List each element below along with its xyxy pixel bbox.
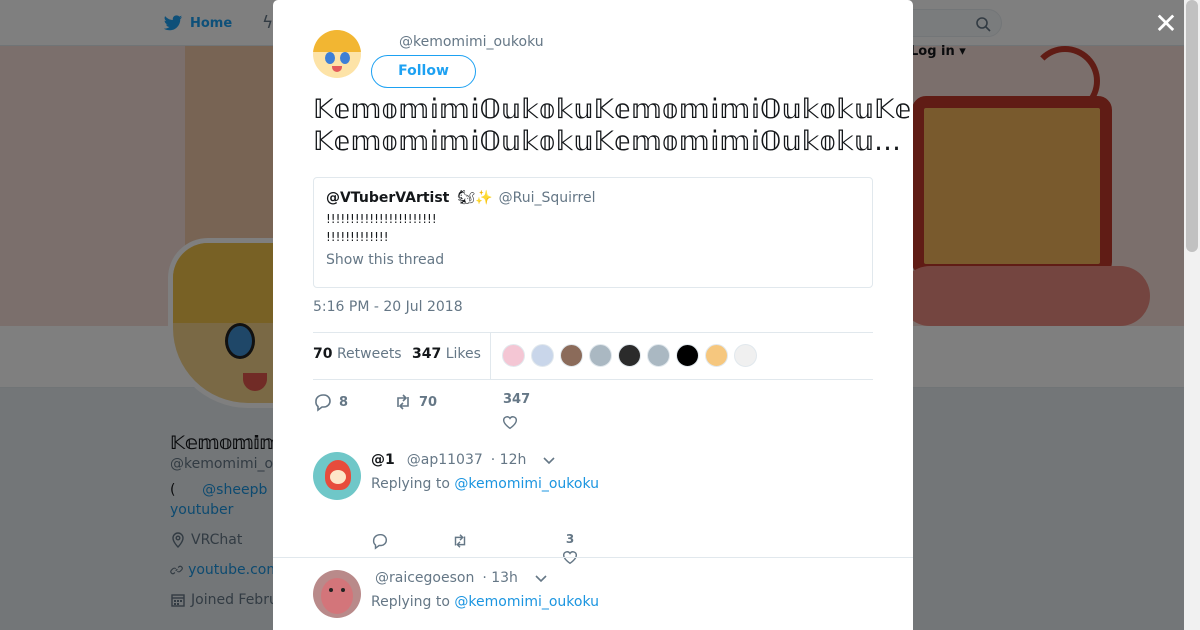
- reply-tweet[interactable]: @raicegoeson · 13h Replying to @kemomimi…: [313, 570, 873, 630]
- reply-header: @1 @ap11037 · 12h: [371, 452, 556, 468]
- liker-avatars: [502, 344, 763, 367]
- replying-to-label: Replying to: [371, 594, 450, 610]
- replying-to: Replying to @kemomimi_oukoku: [371, 594, 599, 610]
- reply-author-handle[interactable]: @raicegoeson: [375, 570, 474, 586]
- reply-like-button[interactable]: 3: [561, 532, 579, 566]
- tweet-timestamp[interactable]: 5:16 PM - 20 Jul 2018: [313, 299, 463, 315]
- close-icon[interactable]: ✕: [1153, 10, 1179, 38]
- retweet-icon: [397, 394, 409, 410]
- liker-avatar[interactable]: [502, 344, 525, 367]
- liker-avatar[interactable]: [705, 344, 728, 367]
- liker-avatar[interactable]: [560, 344, 583, 367]
- like-button[interactable]: 347: [502, 392, 531, 431]
- tweet-modal: @kemomimi_oukoku Follow 𝕂𝕖𝕞𝕠𝕞𝕚𝕞𝕚𝕆𝕦𝕜𝕠𝕜𝕦𝕂𝕖…: [273, 0, 913, 630]
- reply-icon: [315, 394, 331, 412]
- quoted-author-handle: @Rui_Squirrel: [498, 190, 596, 206]
- liker-avatar[interactable]: [618, 344, 641, 367]
- retweet-icon: [454, 534, 466, 548]
- liker-avatar[interactable]: [676, 344, 699, 367]
- reply-retweet-button[interactable]: [451, 532, 469, 550]
- reply-reply-button[interactable]: [371, 532, 389, 550]
- show-thread-link[interactable]: Show this thread: [326, 252, 860, 268]
- quoted-author-emoji: 🐿✨: [457, 190, 493, 206]
- liker-avatar[interactable]: [647, 344, 670, 367]
- tweet-text-line-2: 𝕂𝕖𝕞𝕠𝕞𝕚𝕞𝕚𝕆𝕦𝕜𝕠𝕜𝕦𝕂𝕖𝕞𝕠𝕞𝕚𝕞𝕚𝕆𝕦𝕜𝕠𝕜𝕦…: [313, 126, 902, 157]
- reply-count: 8: [339, 394, 349, 410]
- likes-count: 347: [412, 346, 442, 362]
- like-count: 347: [503, 392, 531, 407]
- likes-stat[interactable]: 347 Likes: [412, 346, 481, 362]
- quoted-author-name: @VTuberVArtist: [326, 190, 450, 206]
- tweet-text: 𝕂𝕖𝕞𝕠𝕞𝕚𝕞𝕚𝕆𝕦𝕜𝕠𝕜𝕦𝕂𝕖𝕞𝕠𝕞𝕚𝕞𝕚𝕆𝕦𝕜𝕠𝕜𝕦𝕂𝕖𝕞𝕠𝕞𝕚𝕞𝕚𝕆𝕦𝕜𝕠…: [313, 94, 913, 158]
- tweet-actions: 8 70 347: [313, 392, 873, 434]
- quoted-text-line-2: !!!!!!!!!!!!!: [326, 230, 389, 244]
- tweet-text-line-1: 𝕂𝕖𝕞𝕠𝕞𝕚𝕞𝕚𝕆𝕦𝕜𝕠𝕜𝕦𝕂𝕖𝕞𝕠𝕞𝕚𝕞𝕚𝕆𝕦𝕜𝕠𝕜𝕦𝕂𝕖𝕞𝕠𝕞𝕚𝕞𝕚𝕆𝕦𝕜𝕠…: [313, 94, 913, 125]
- replying-to-link[interactable]: @kemomimi_oukoku: [454, 594, 599, 610]
- quoted-tweet-header: @VTuberVArtist 🐿✨ @Rui_Squirrel: [326, 190, 860, 206]
- chevron-down-icon[interactable]: [542, 453, 556, 467]
- reply-avatar[interactable]: [313, 570, 361, 618]
- follow-button[interactable]: Follow: [371, 55, 476, 88]
- reply-header: @raicegoeson · 13h: [375, 570, 548, 586]
- reply-tweet[interactable]: @1 @ap11037 · 12h Replying to @kemomimi_…: [313, 452, 873, 565]
- reply-time[interactable]: · 12h: [491, 452, 527, 468]
- reply-time[interactable]: · 13h: [482, 570, 518, 586]
- reply-button[interactable]: 8: [313, 392, 348, 412]
- liker-avatar[interactable]: [734, 344, 757, 367]
- liker-avatar[interactable]: [531, 344, 554, 367]
- replying-to-label: Replying to: [371, 476, 450, 492]
- replying-to: Replying to @kemomimi_oukoku: [371, 476, 599, 492]
- reply-icon: [372, 533, 387, 550]
- retweets-stat[interactable]: 70 Retweets: [313, 346, 402, 362]
- quoted-tweet[interactable]: @VTuberVArtist 🐿✨ @Rui_Squirrel !!!!!!!!…: [313, 177, 873, 288]
- chevron-down-icon[interactable]: [534, 571, 548, 585]
- author-handle[interactable]: @kemomimi_oukoku: [399, 34, 544, 50]
- author-avatar[interactable]: [313, 30, 361, 78]
- retweet-button[interactable]: 70: [393, 392, 437, 412]
- replying-to-link[interactable]: @kemomimi_oukoku: [454, 476, 599, 492]
- stats-divider: [490, 333, 491, 379]
- quoted-text-line-1: !!!!!!!!!!!!!!!!!!!!!!!: [326, 212, 437, 226]
- reply-avatar[interactable]: [313, 452, 361, 500]
- heart-icon: [502, 416, 517, 430]
- likes-label: Likes: [445, 346, 481, 362]
- tweet-stats: 70 Retweets 347 Likes: [313, 332, 873, 380]
- retweet-count: 70: [419, 394, 438, 410]
- retweets-label: Retweets: [336, 346, 402, 362]
- reply-actions: 3: [371, 532, 671, 565]
- reply-divider: [273, 557, 913, 558]
- page-scrollbar-thumb[interactable]: [1186, 0, 1198, 252]
- liker-avatar[interactable]: [589, 344, 612, 367]
- reply-author-handle[interactable]: @ap11037: [407, 452, 483, 468]
- reply-like-count: 3: [565, 532, 575, 546]
- retweets-count: 70: [313, 346, 333, 362]
- reply-author-name[interactable]: @1: [371, 452, 395, 468]
